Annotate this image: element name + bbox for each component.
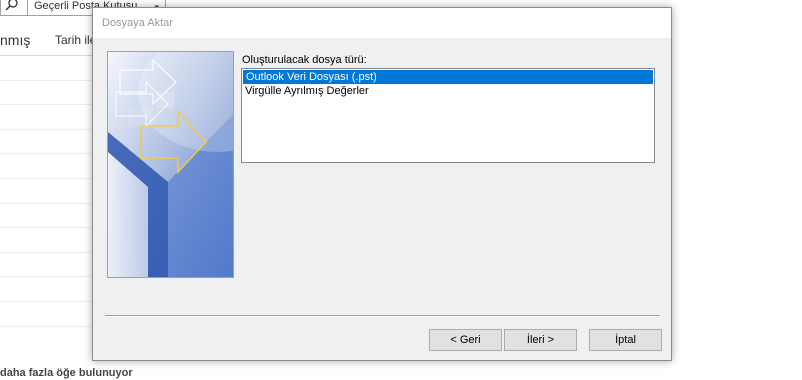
search-box[interactable]	[0, 0, 28, 16]
dialog-separator	[105, 315, 660, 317]
filetype-option-pst[interactable]: Outlook Veri Dosyası (.pst)	[243, 70, 653, 84]
cancel-button[interactable]: İptal	[589, 329, 662, 351]
next-button[interactable]: İleri >	[504, 329, 577, 351]
list-header-filter[interactable]: nmış	[0, 32, 30, 48]
filetype-listbox[interactable]: Outlook Veri Dosyası (.pst) Virgülle Ayr…	[241, 68, 655, 163]
more-items-notice[interactable]: daha fazla öğe bulunuyor	[0, 367, 133, 379]
search-icon	[5, 0, 18, 11]
filetype-label: Oluşturulacak dosya türü:	[242, 54, 367, 66]
sort-by-date[interactable]: Tarih ile	[55, 33, 96, 47]
wizard-arrows-graphic	[108, 52, 233, 277]
wizard-banner-image	[107, 51, 234, 278]
export-to-file-dialog: Dosyaya Aktar Oluşturulacak dosya türü: …	[92, 7, 672, 361]
dialog-title: Dosyaya Aktar	[102, 17, 173, 29]
dialog-titlebar[interactable]: Dosyaya Aktar	[93, 8, 671, 38]
back-button[interactable]: < Geri	[429, 329, 502, 351]
filetype-option-csv[interactable]: Virgülle Ayrılmış Değerler	[242, 84, 654, 98]
